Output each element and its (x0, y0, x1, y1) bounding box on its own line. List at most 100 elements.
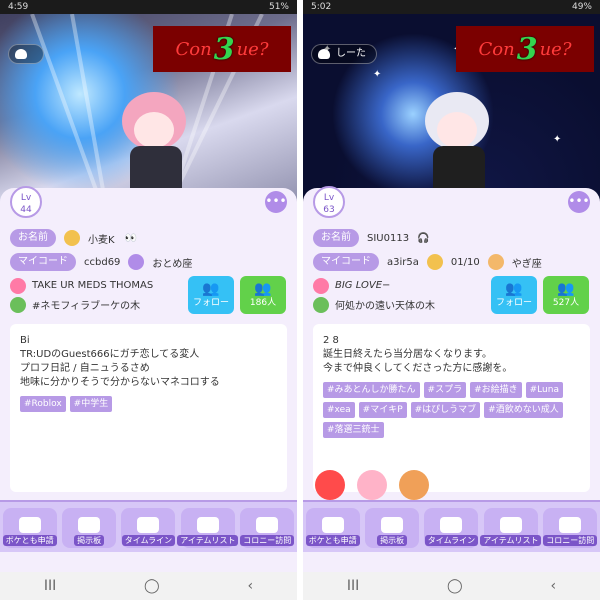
bio-line-3: 誕生日終えたら当分居なくなります。 (323, 349, 492, 360)
recent-apps-button[interactable]: III (44, 578, 56, 594)
list-icon (499, 517, 522, 533)
nav-timeline[interactable]: タイムライン (121, 508, 176, 548)
tag[interactable]: #中学生 (69, 396, 113, 412)
battery: 51% (268, 2, 289, 12)
name-row: お名前 SIU0113 🎧 (313, 228, 590, 248)
board-icon (381, 517, 404, 533)
colony-icon (559, 517, 582, 533)
profile-line-2: #ネモフィラブーケの木 (32, 301, 141, 312)
eyes-icon: 👀 (124, 232, 138, 244)
bio-card: Bi TR:UDのGuest666にガチ恋してる変人 プロフ日記 / 自ニュうる… (10, 324, 287, 492)
tag[interactable]: #はぴしうマブ (410, 402, 481, 418)
tag[interactable]: #マイキP (358, 402, 407, 418)
bio-line-4: 今まで仲良くしてくださった方に感謝を。 (323, 363, 513, 374)
comment-bubble[interactable] (8, 44, 44, 64)
user-name: SIU0113 (367, 232, 410, 244)
continue-banner: Con 3 ue? (456, 26, 594, 72)
profile-actions: 👥 フォロー 👥 186人 (188, 276, 286, 314)
home-button[interactable]: ◯ (144, 578, 160, 594)
nav-board[interactable]: 掲示板 (365, 508, 420, 548)
profile-line-1: TAKE UR MEDS THOMAS (32, 280, 154, 291)
tag[interactable]: #Roblox (20, 396, 66, 412)
more-menu-button[interactable]: ••• (265, 191, 287, 213)
zodiac: やぎ座 (511, 258, 542, 270)
friend-icon (321, 517, 344, 533)
tag[interactable]: #みあとんしか勝たん (323, 382, 420, 398)
ghost-icon (15, 49, 27, 59)
status-bar: 5:02 49% (303, 0, 600, 14)
nav-colony-visit[interactable]: コロニー訪問 (240, 508, 295, 548)
board-icon (78, 517, 101, 533)
followers-count-button[interactable]: 👥 186人 (240, 276, 286, 314)
mycode-row: マイコード a3ir5a 01/10 やぎ座 (313, 252, 590, 272)
mycode-value: a3ir5a (387, 256, 419, 268)
zodiac: おとめ座 (152, 258, 193, 270)
bio-line-1: Bi (20, 335, 30, 346)
battery: 49% (571, 2, 592, 12)
profile-line-1: BIG LOVE− (335, 280, 391, 291)
heart-badge-icon[interactable] (315, 470, 345, 500)
ghost-icon (318, 49, 330, 59)
cake-badge-icon[interactable] (357, 470, 387, 500)
bio-tags: #みあとんしか勝たん #スプラ #お絵描き #Luna #xea #マイキP #… (323, 382, 580, 438)
continue-banner: Con 3 ue? (153, 26, 291, 72)
headphones-icon: 🎧 (417, 232, 430, 244)
bio-line-6: プロフ日記 / 自ニュうるさめ (20, 363, 150, 374)
mycode-label: マイコード (10, 253, 76, 271)
android-nav: III ◯ ‹ (0, 572, 297, 600)
tag[interactable]: #Luna (525, 382, 563, 398)
cake-icon (426, 254, 443, 270)
tag[interactable]: #お絵描き (470, 382, 522, 398)
right-screen: 5:02 49% ✦ ✦ ✦ ✦ しーた Con 3 ue? Lv 6 (303, 0, 600, 600)
timeline-icon (440, 517, 463, 533)
level-badge: Lv 63 (313, 186, 345, 218)
profile-lines: BIG LOVE− 何処かの遠い天体の木 (313, 276, 483, 314)
nav-item-list[interactable]: アイテムリスト (480, 508, 542, 548)
nav-friend-request[interactable]: ボケとも申請 (305, 508, 360, 548)
bottom-nav: ボケとも申請 掲示板 タイムライン アイテムリスト コロニー訪問 (303, 500, 600, 552)
follow-button[interactable]: 👥 フォロー (188, 276, 234, 314)
name-row: お名前 小麦K 👀 (10, 228, 287, 248)
tag[interactable]: #xea (323, 402, 355, 418)
reaction-icons (315, 468, 585, 502)
comment-bubble[interactable]: しーた (311, 44, 377, 64)
tag[interactable]: #スプラ (423, 382, 467, 398)
nav-friend-request[interactable]: ボケとも申請 (2, 508, 57, 548)
bottom-nav: ボケとも申請 掲示板 タイムライン アイテムリスト コロニー訪問 (0, 500, 297, 552)
recent-apps-button[interactable]: III (347, 578, 359, 594)
followers-count-button[interactable]: 👥 527人 (543, 276, 589, 314)
profile-line-2: 何処かの遠い天体の木 (335, 301, 435, 312)
more-menu-button[interactable]: ••• (568, 191, 590, 213)
nav-timeline[interactable]: タイムライン (424, 508, 479, 548)
banner-left: Con (175, 38, 212, 60)
banner-right: ue? (539, 38, 572, 60)
nav-item-list[interactable]: アイテムリスト (177, 508, 239, 548)
banner-left: Con (478, 38, 515, 60)
bio-tags: #Roblox #中学生 (20, 396, 277, 412)
banner-right: ue? (236, 38, 269, 60)
banner-number: 3 (213, 31, 235, 67)
list-icon (196, 517, 219, 533)
mycode-label: マイコード (313, 253, 379, 271)
home-button[interactable]: ◯ (447, 578, 463, 594)
nav-colony-visit[interactable]: コロニー訪問 (543, 508, 598, 548)
colony-icon (256, 517, 279, 533)
status-bar: 4:59 51% (0, 0, 297, 14)
level-badge: Lv 44 (10, 186, 42, 218)
back-button[interactable]: ‹ (247, 578, 253, 594)
profile-actions: 👥 フォロー 👥 527人 (491, 276, 589, 314)
bio-line-1: 2 8 (323, 335, 339, 346)
root: 4:59 51% Con 3 ue? Lv 44 ••• お名前 小麦K 👀 マ… (0, 0, 600, 600)
birthday: 01/10 (450, 256, 480, 268)
mycode-value: ccbd69 (84, 256, 121, 268)
bio-card: 2 8 誕生日終えたら当分居なくなります。 今まで仲良くしてくださった方に感謝を… (313, 324, 590, 492)
nav-board[interactable]: 掲示板 (62, 508, 117, 548)
bio-line-3: TR:UDのGuest666にガチ恋してる変人 (20, 349, 200, 360)
tag[interactable]: #落選三銃士 (323, 422, 384, 438)
bread-badge-icon[interactable] (399, 470, 429, 500)
timeline-icon (137, 517, 160, 533)
follow-button[interactable]: 👥 フォロー (491, 276, 537, 314)
name-label: お名前 (313, 229, 359, 247)
tag[interactable]: #酒飲めない成人 (484, 402, 563, 418)
back-button[interactable]: ‹ (550, 578, 556, 594)
